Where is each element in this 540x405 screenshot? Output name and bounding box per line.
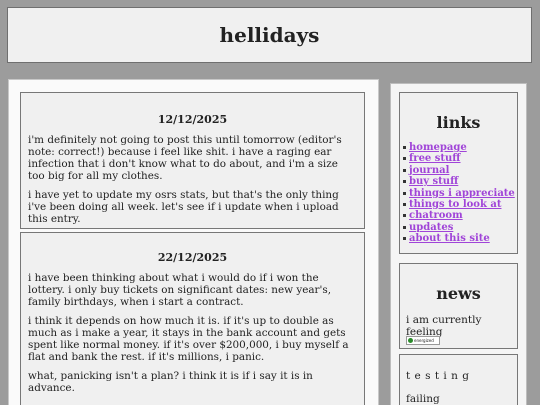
link-free-stuff[interactable]: free stuff — [409, 153, 461, 164]
link-item: journal — [403, 165, 517, 176]
mood-icon — [408, 338, 413, 343]
entry-paragraph: what, panicking isn't a plan? i think it… — [28, 370, 313, 394]
links-box: links homepage free stuff journal buy st… — [399, 92, 518, 254]
link-item: things to look at — [403, 199, 517, 210]
link-item: homepage — [403, 142, 517, 153]
link-things-to-look-at[interactable]: things to look at — [409, 199, 501, 210]
entry-paragraph: i have yet to update my osrs stats, but … — [28, 189, 339, 225]
testing-title: t e s t i n g — [406, 370, 470, 382]
mood-label: energized — [414, 338, 434, 343]
entry-paragraph: i think it depends on how much it is. if… — [28, 315, 349, 363]
link-buy-stuff[interactable]: buy stuff — [409, 176, 458, 187]
link-item: updates — [403, 222, 517, 233]
sidebar[interactable]: links homepage free stuff journal buy st… — [391, 84, 526, 405]
mood-badge: energized — [406, 336, 440, 345]
testing-box: t e s t i n g failing — [399, 354, 518, 405]
link-things-i-appreciate[interactable]: things i appreciate — [409, 188, 515, 199]
link-homepage[interactable]: homepage — [409, 142, 467, 153]
site-title: hellidays — [219, 23, 320, 47]
link-chatroom[interactable]: chatroom — [409, 210, 463, 221]
link-item: chatroom — [403, 210, 517, 221]
journal-column[interactable]: 12/12/2025 i'm definitely not going to p… — [9, 80, 378, 405]
journal-entry: 12/12/2025 i'm definitely not going to p… — [20, 92, 365, 229]
link-journal[interactable]: journal — [409, 165, 449, 176]
link-item: things i appreciate — [403, 188, 517, 199]
links-title: links — [436, 113, 481, 132]
link-updates[interactable]: updates — [409, 222, 453, 233]
entry-date: 12/12/2025 — [157, 113, 228, 126]
news-box: news i am currently feeling energized — [399, 263, 518, 349]
testing-text: failing — [406, 393, 440, 405]
link-about-this-site[interactable]: about this site — [409, 233, 490, 244]
news-text: i am currently feeling — [406, 314, 482, 338]
link-item: about this site — [403, 233, 517, 244]
site-header: hellidays — [7, 7, 532, 63]
journal-entry: 22/12/2025 i have been thinking about wh… — [20, 232, 365, 405]
entry-paragraph: i'm definitely not going to post this un… — [28, 134, 342, 182]
links-list: homepage free stuff journal buy stuff th… — [400, 142, 517, 245]
news-title: news — [436, 284, 481, 303]
entry-paragraph: i have been thinking about what i would … — [28, 272, 332, 308]
entry-date: 22/12/2025 — [157, 251, 228, 264]
link-item: free stuff — [403, 153, 517, 164]
link-item: buy stuff — [403, 176, 517, 187]
